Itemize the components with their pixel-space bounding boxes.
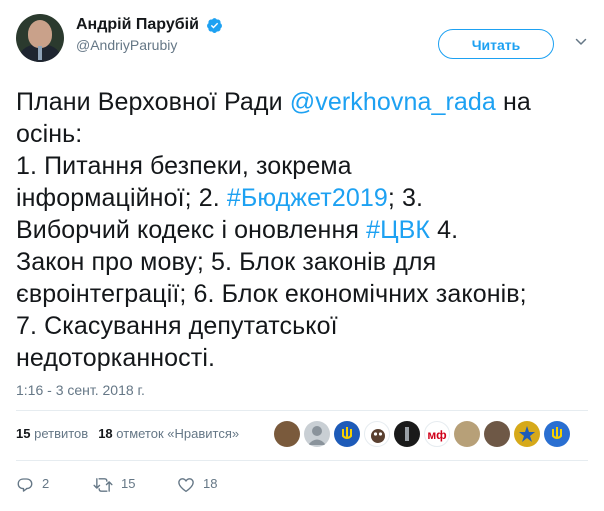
tweet-text-line: 1. Питання безпеки, зокрема (16, 150, 584, 182)
hashtag-link[interactable]: #ЦВК (366, 216, 430, 244)
tweet-text-fragment: Закон про мову; 5. Блок законів для (16, 248, 437, 276)
tweet-header: Андрій Парубій @AndriyParubiy Читать (16, 14, 588, 66)
liker-avatar[interactable] (394, 421, 420, 447)
tweet-text-fragment: 4. (430, 216, 459, 244)
tweet-text-line: євроінтеграції; 6. Блок економічних зако… (16, 278, 584, 310)
tweet-stats: 15 ретвитов 18 отметок «Нравится» (16, 426, 239, 441)
retweets-label: ретвитов (34, 426, 89, 441)
chevron-down-icon[interactable] (575, 36, 587, 48)
author-names: Андрій Парубій @AndriyParubiy (76, 16, 223, 53)
liker-avatar[interactable] (334, 421, 360, 447)
author-handle[interactable]: @AndriyParubiy (76, 37, 223, 53)
reply-count: 2 (42, 476, 50, 491)
author-avatar[interactable] (16, 14, 64, 62)
liker-avatar[interactable] (484, 421, 510, 447)
mention-link[interactable]: @verkhovna_rada (290, 88, 496, 116)
tweet-text-line: інформаційної; 2. #Бюджет2019; 3. (16, 182, 584, 214)
tweet-text-line: осінь: (16, 118, 584, 150)
tweet-text-fragment: недоторканності. (16, 344, 216, 372)
tweet-text-line: недоторканності. (16, 342, 584, 374)
likes-stat[interactable]: 18 отметок «Нравится» (98, 426, 239, 441)
tweet-text-fragment: Виборчий кодекс і оновлення (16, 216, 367, 244)
likes-label: отметок «Нравится» (116, 426, 240, 441)
tweet-text-fragment: інформаційної; 2. (16, 184, 227, 212)
tweet-text-fragment: осінь: (16, 120, 83, 148)
retweets-count: 15 (16, 426, 31, 441)
tweet-text-fragment: на (495, 88, 531, 116)
tweet-text-line: Плани Верховної Ради @verkhovna_rada на (16, 86, 584, 118)
tweet-text-line: Виборчий кодекс і оновлення #ЦВК 4. (16, 214, 584, 246)
verified-badge-icon (207, 17, 223, 33)
follow-button[interactable]: Читать (438, 29, 554, 59)
liker-avatar[interactable] (514, 421, 540, 447)
likes-count: 18 (98, 426, 113, 441)
tweet-text-fragment: євроінтеграції; 6. Блок економічних зако… (16, 280, 527, 308)
liker-avatar[interactable] (364, 421, 390, 447)
tweet-text-line: Закон про мову; 5. Блок законів для (16, 246, 584, 278)
liker-avatar[interactable] (304, 421, 330, 447)
divider-bottom (16, 460, 588, 461)
like-action[interactable]: 18 (177, 474, 217, 494)
author-display-name[interactable]: Андрій Парубій (76, 16, 199, 34)
liker-avatar[interactable] (274, 421, 300, 447)
retweet-count: 15 (121, 476, 136, 491)
retweets-stat[interactable]: 15 ретвитов (16, 426, 88, 441)
liker-avatar[interactable] (544, 421, 570, 447)
avatar-face (28, 20, 52, 48)
tweet-timestamp[interactable]: 1:16 - 3 сент. 2018 г. (16, 382, 145, 398)
tweet-text-line: 7. Скасування депутатської (16, 310, 584, 342)
avatar-tie (38, 46, 42, 60)
retweet-icon (93, 477, 113, 492)
reply-icon (17, 477, 33, 492)
tweet-text-fragment: Плани Верховної Ради (16, 88, 290, 116)
liker-avatar[interactable]: мф (424, 421, 450, 447)
reply-action[interactable]: 2 (16, 474, 49, 494)
heart-icon (178, 477, 194, 492)
liker-avatar[interactable] (454, 421, 480, 447)
tweet-text: Плани Верховної Ради @verkhovna_rada на о… (16, 86, 584, 374)
tweet-text-fragment: 7. Скасування депутатської (16, 312, 338, 340)
hashtag-link[interactable]: #Бюджет2019 (227, 184, 388, 212)
divider-top (16, 410, 588, 411)
tweet-text-fragment: ; 3. (387, 184, 424, 212)
retweet-action[interactable]: 15 (93, 474, 135, 494)
like-count: 18 (203, 476, 218, 491)
tweet-text-fragment: 1. Питання безпеки, зокрема (16, 152, 352, 180)
